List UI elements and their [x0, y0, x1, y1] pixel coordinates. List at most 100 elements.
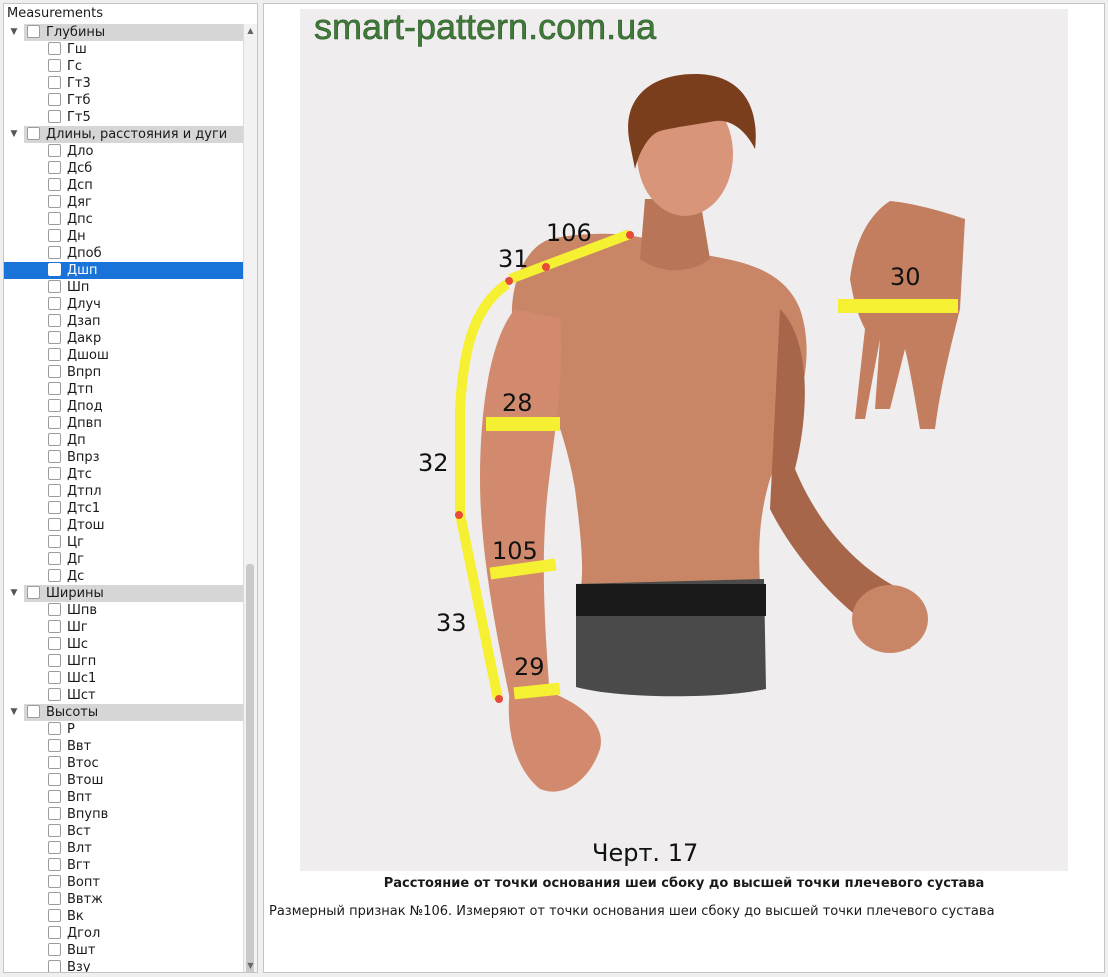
item-checkbox[interactable] — [48, 331, 61, 344]
item-checkbox[interactable] — [48, 875, 61, 888]
item-checkbox[interactable] — [48, 620, 61, 633]
tree-item[interactable]: Дло — [4, 143, 243, 160]
tree-item[interactable]: Дсб — [4, 160, 243, 177]
item-checkbox[interactable] — [48, 416, 61, 429]
item-checkbox[interactable] — [48, 161, 61, 174]
tree-item[interactable]: Шпв — [4, 602, 243, 619]
tree-item[interactable]: Дн — [4, 228, 243, 245]
scroll-thumb[interactable] — [246, 564, 254, 972]
tree-item[interactable]: Шгп — [4, 653, 243, 670]
group-checkbox[interactable] — [27, 25, 40, 38]
item-checkbox[interactable] — [48, 229, 61, 242]
tree-item[interactable]: Дг — [4, 551, 243, 568]
item-checkbox[interactable] — [48, 960, 61, 972]
tree-item[interactable]: Взу — [4, 959, 243, 972]
expand-arrow-icon[interactable]: ▼ — [8, 704, 20, 721]
item-checkbox[interactable] — [48, 926, 61, 939]
tree-item[interactable]: Шс — [4, 636, 243, 653]
item-checkbox[interactable] — [48, 76, 61, 89]
item-checkbox[interactable] — [48, 569, 61, 582]
tree-item[interactable]: Шст — [4, 687, 243, 704]
panel-splitter[interactable] — [259, 3, 262, 973]
item-checkbox[interactable] — [48, 382, 61, 395]
item-checkbox[interactable] — [48, 807, 61, 820]
tree-item[interactable]: Р — [4, 721, 243, 738]
tree-item[interactable]: Дпс — [4, 211, 243, 228]
expand-arrow-icon[interactable]: ▼ — [8, 126, 20, 143]
item-checkbox[interactable] — [48, 450, 61, 463]
item-checkbox[interactable] — [48, 280, 61, 293]
item-checkbox[interactable] — [48, 654, 61, 667]
item-checkbox[interactable] — [48, 484, 61, 497]
item-checkbox[interactable] — [48, 909, 61, 922]
group-checkbox[interactable] — [27, 586, 40, 599]
item-checkbox[interactable] — [48, 263, 61, 276]
tree-item[interactable]: Шг — [4, 619, 243, 636]
item-checkbox[interactable] — [48, 178, 61, 191]
item-checkbox[interactable] — [48, 688, 61, 701]
tree-item[interactable]: Шс1 — [4, 670, 243, 687]
item-checkbox[interactable] — [48, 603, 61, 616]
item-checkbox[interactable] — [48, 739, 61, 752]
item-checkbox[interactable] — [48, 365, 61, 378]
item-checkbox[interactable] — [48, 552, 61, 565]
item-checkbox[interactable] — [48, 858, 61, 871]
tree-item[interactable]: Дтош — [4, 517, 243, 534]
tree-item[interactable]: Влт — [4, 840, 243, 857]
tree-item[interactable]: Вст — [4, 823, 243, 840]
tree-item[interactable]: Гт3 — [4, 75, 243, 92]
tree-item[interactable]: Впрз — [4, 449, 243, 466]
tree-item[interactable]: Дшош — [4, 347, 243, 364]
tree-item[interactable]: Ввт — [4, 738, 243, 755]
tree-item[interactable]: Дакр — [4, 330, 243, 347]
item-checkbox[interactable] — [48, 518, 61, 531]
expand-arrow-icon[interactable]: ▼ — [8, 585, 20, 602]
tree-item[interactable]: Впрп — [4, 364, 243, 381]
tree-group[interactable]: ▼ Высоты — [11, 704, 243, 721]
tree-item[interactable]: Ввтж — [4, 891, 243, 908]
expand-arrow-icon[interactable]: ▼ — [8, 24, 20, 41]
tree-item[interactable]: Дгол — [4, 925, 243, 942]
tree-item[interactable]: Дшп — [4, 262, 243, 279]
item-checkbox[interactable] — [48, 42, 61, 55]
tree-item[interactable]: Шп — [4, 279, 243, 296]
tree-group[interactable]: ▼ Ширины — [11, 585, 243, 602]
tree-item[interactable]: Вк — [4, 908, 243, 925]
item-checkbox[interactable] — [48, 773, 61, 786]
tree-item[interactable]: Вшт — [4, 942, 243, 959]
tree-item[interactable]: Дс — [4, 568, 243, 585]
tree-item[interactable]: Вгт — [4, 857, 243, 874]
item-checkbox[interactable] — [48, 246, 61, 259]
item-checkbox[interactable] — [48, 756, 61, 769]
tree-item[interactable]: Дпод — [4, 398, 243, 415]
item-checkbox[interactable] — [48, 943, 61, 956]
tree-item[interactable]: Дтпл — [4, 483, 243, 500]
tree-item[interactable]: Цг — [4, 534, 243, 551]
tree-item[interactable]: Дп — [4, 432, 243, 449]
scroll-up-icon[interactable]: ▲ — [244, 24, 257, 37]
tree-item[interactable]: Дтс — [4, 466, 243, 483]
group-checkbox[interactable] — [27, 705, 40, 718]
item-checkbox[interactable] — [48, 892, 61, 905]
item-checkbox[interactable] — [48, 535, 61, 548]
tree-item[interactable]: Впупв — [4, 806, 243, 823]
tree-item[interactable]: Дсп — [4, 177, 243, 194]
tree-scrollbar[interactable]: ▲ ▼ — [243, 24, 257, 972]
item-checkbox[interactable] — [48, 637, 61, 650]
tree-item[interactable]: Втос — [4, 755, 243, 772]
tree-item[interactable]: Гтб — [4, 92, 243, 109]
tree-item[interactable]: Дпоб — [4, 245, 243, 262]
item-checkbox[interactable] — [48, 195, 61, 208]
item-checkbox[interactable] — [48, 501, 61, 514]
scroll-down-icon[interactable]: ▼ — [244, 959, 257, 972]
item-checkbox[interactable] — [48, 671, 61, 684]
item-checkbox[interactable] — [48, 824, 61, 837]
tree-item[interactable]: Втош — [4, 772, 243, 789]
tree-item[interactable]: Дзап — [4, 313, 243, 330]
item-checkbox[interactable] — [48, 144, 61, 157]
item-checkbox[interactable] — [48, 314, 61, 327]
item-checkbox[interactable] — [48, 212, 61, 225]
tree-item[interactable]: Впт — [4, 789, 243, 806]
item-checkbox[interactable] — [48, 348, 61, 361]
item-checkbox[interactable] — [48, 110, 61, 123]
